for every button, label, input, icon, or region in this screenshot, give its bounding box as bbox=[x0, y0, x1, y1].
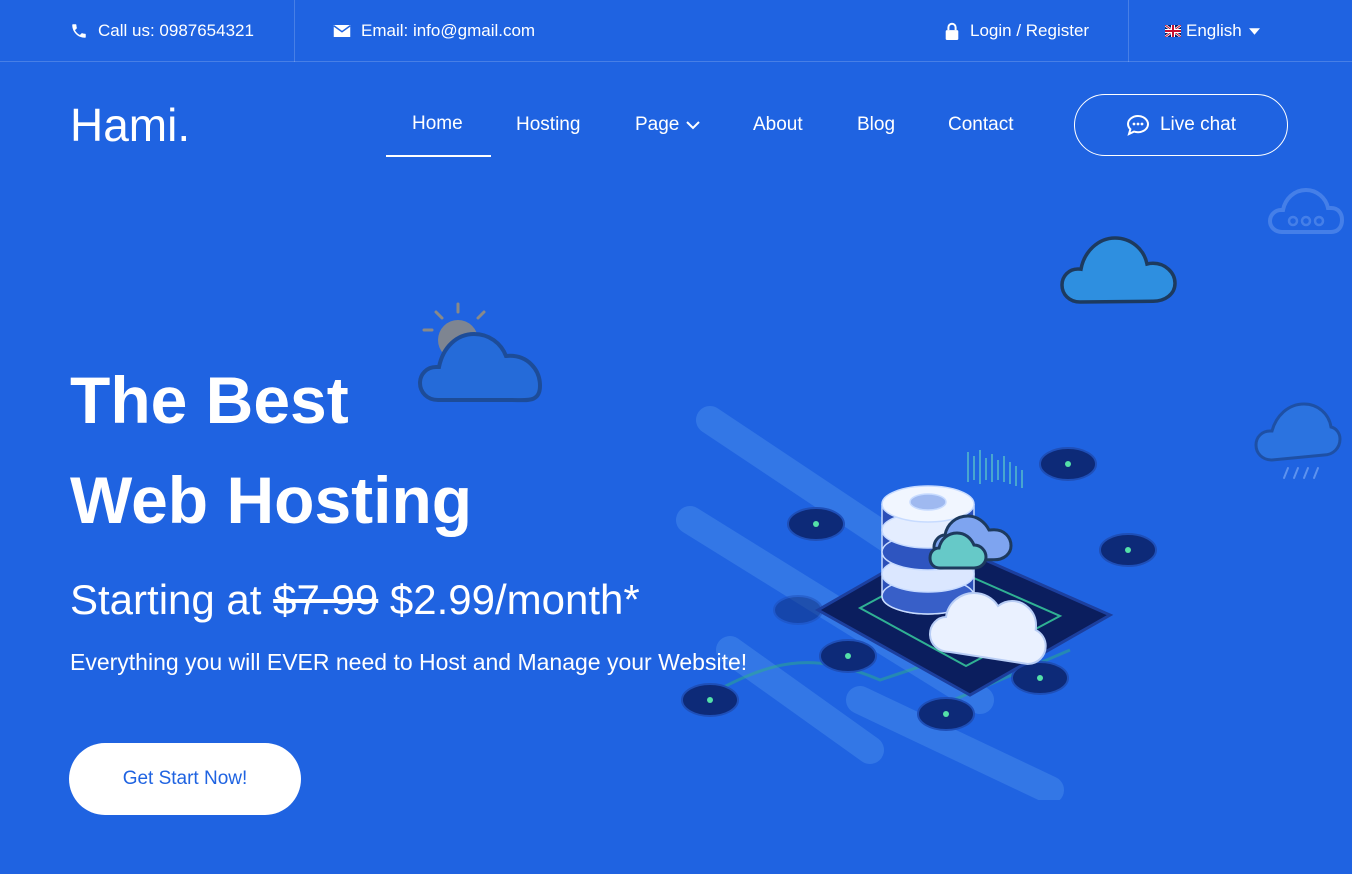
call-us-text: Call us: 0987654321 bbox=[98, 21, 254, 40]
nav-hosting[interactable]: Hosting bbox=[516, 113, 580, 137]
cloud-icon bbox=[1060, 236, 1177, 304]
language-label: English bbox=[1186, 21, 1242, 40]
hero-price: Starting at $7.99 $2.99/month* bbox=[70, 574, 640, 626]
hero-subtitle: Everything you will EVER need to Host an… bbox=[70, 649, 748, 675]
phone-icon bbox=[72, 24, 86, 38]
price-old: $7.99 bbox=[273, 576, 379, 623]
login-register-link[interactable]: Login / Register bbox=[944, 0, 1089, 62]
nav-contact[interactable]: Contact bbox=[948, 113, 1013, 137]
divider bbox=[1128, 0, 1129, 62]
envelope-icon bbox=[333, 25, 351, 37]
server-cloud-illustration bbox=[676, 406, 1157, 800]
divider bbox=[294, 0, 295, 62]
lock-icon bbox=[945, 22, 959, 40]
hero-title-line1: The Best bbox=[70, 363, 349, 437]
live-chat-label: Live chat bbox=[1159, 114, 1237, 135]
rain-cloud-icon bbox=[1254, 402, 1342, 479]
hero-title: The Best Web Hosting bbox=[70, 350, 472, 550]
main-navbar: Hami. Home Hosting Page About Blog Conta… bbox=[0, 62, 1352, 188]
cloud-icon bbox=[1268, 187, 1344, 234]
chevron-down-icon bbox=[686, 120, 701, 129]
live-chat-button[interactable]: Live chat bbox=[1074, 94, 1288, 156]
call-us-link[interactable]: Call us: 0987654321 bbox=[70, 0, 254, 62]
nav-home[interactable]: Home bbox=[412, 112, 463, 136]
login-register-text: Login / Register bbox=[970, 21, 1090, 40]
price-prefix: Starting at bbox=[70, 576, 262, 623]
nav-blog[interactable]: Blog bbox=[857, 113, 895, 137]
language-selector[interactable]: English bbox=[1165, 0, 1260, 62]
uk-flag-icon bbox=[1165, 25, 1181, 37]
active-nav-indicator bbox=[386, 155, 491, 157]
get-start-button[interactable]: Get Start Now! bbox=[69, 743, 301, 815]
hero-title-line2: Web Hosting bbox=[70, 463, 473, 537]
nav-about[interactable]: About bbox=[753, 113, 803, 137]
chat-icon bbox=[1126, 114, 1149, 136]
email-text: Email: info@gmail.com bbox=[361, 21, 536, 40]
site-logo[interactable]: Hami. bbox=[70, 100, 190, 150]
email-link[interactable]: Email: info@gmail.com bbox=[333, 0, 535, 62]
top-bar: Call us: 0987654321 Email: info@gmail.co… bbox=[0, 0, 1352, 62]
price-new: $2.99/month* bbox=[389, 576, 640, 623]
nav-page-label: Page bbox=[635, 114, 680, 135]
nav-page[interactable]: Page bbox=[635, 113, 701, 137]
caret-down-icon bbox=[1248, 27, 1260, 35]
